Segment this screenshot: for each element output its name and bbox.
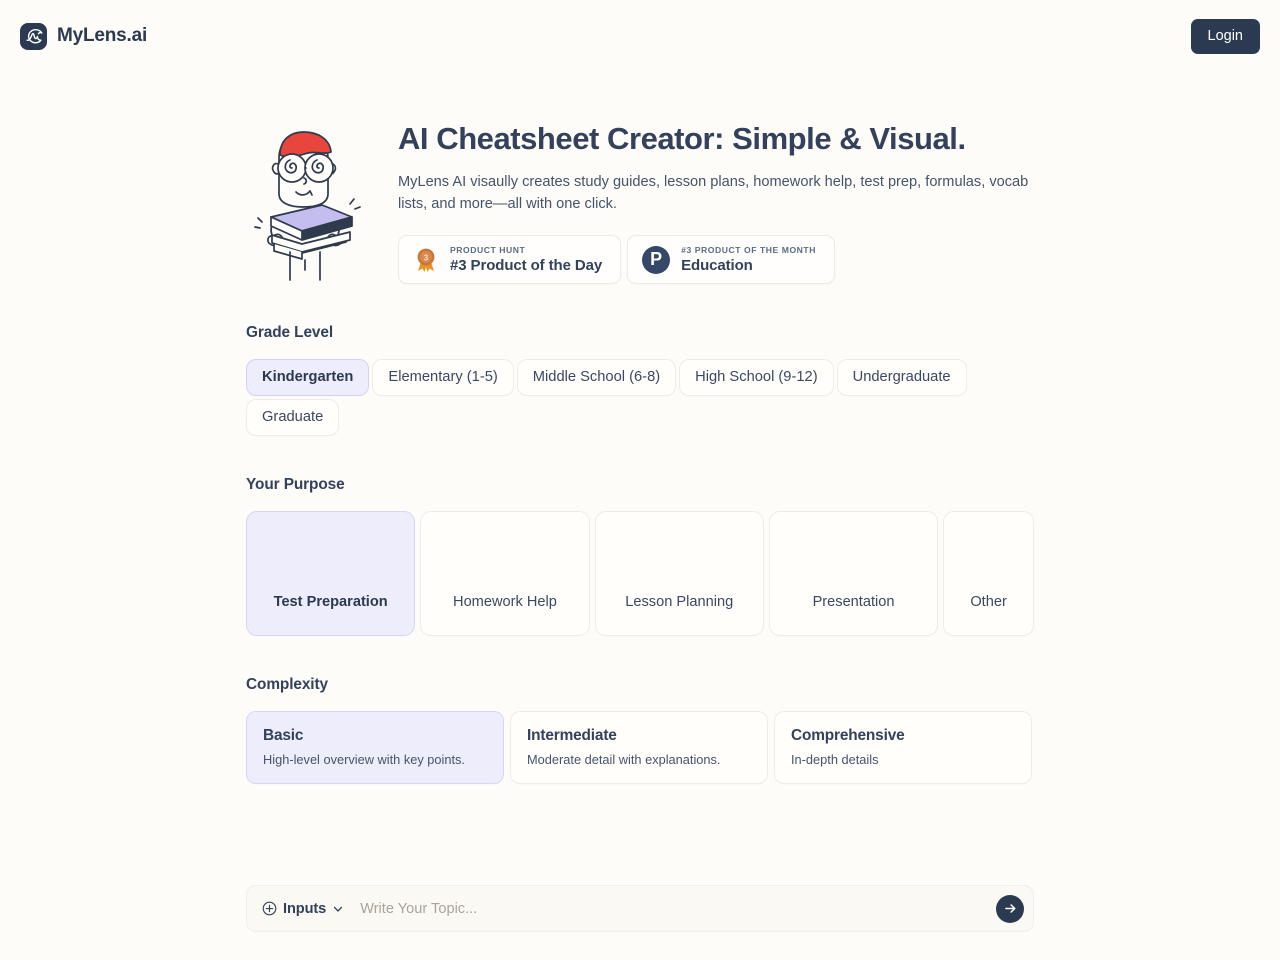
complexity-card-desc: High-level overview with key points. — [263, 752, 465, 768]
arrow-right-icon — [1003, 901, 1018, 916]
complexity-card-basic[interactable]: Basic High-level overview with key point… — [246, 711, 504, 785]
badge-title: #3 Product of the Day — [450, 257, 603, 275]
student-with-books-illustration — [246, 118, 366, 284]
inputs-dropdown-button[interactable]: Inputs — [260, 897, 346, 921]
purpose-section: Your Purpose Test Preparation Homework H… — [246, 476, 1034, 637]
badge-kicker: PRODUCT HUNT — [450, 245, 526, 256]
product-hunt-p-icon: P — [642, 245, 671, 274]
grade-level-section: Grade Level Kindergarten Elementary (1-5… — [246, 324, 1034, 437]
badge-product-of-the-month[interactable]: P #3 PRODUCT OF THE MONTH Education — [627, 235, 835, 285]
grade-level-options: Kindergarten Elementary (1-5) Middle Sch… — [246, 359, 1034, 437]
badge-product-hunt-day[interactable]: 3 PRODUCT HUNT #3 Product of the Day — [398, 235, 622, 285]
purpose-card-lesson-planning[interactable]: Lesson Planning — [594, 511, 764, 637]
complexity-options: Basic High-level overview with key point… — [246, 711, 1034, 785]
composer-wrapper: Inputs — [246, 885, 1034, 933]
complexity-card-title: Comprehensive — [791, 727, 905, 745]
purpose-label: Your Purpose — [246, 476, 345, 494]
submit-topic-button[interactable] — [996, 894, 1024, 923]
svg-text:3: 3 — [424, 252, 429, 262]
complexity-label: Complexity — [246, 676, 328, 694]
purpose-options: Test Preparation Homework Help Lesson Pl… — [246, 511, 1034, 637]
inputs-label: Inputs — [283, 900, 327, 917]
complexity-card-desc: In-depth details — [791, 752, 879, 768]
purpose-card-test-preparation[interactable]: Test Preparation — [246, 511, 416, 637]
purpose-card-label: Homework Help — [453, 594, 557, 611]
brand[interactable]: MyLens.ai — [20, 22, 148, 50]
purpose-card-other[interactable]: Other — [943, 511, 1034, 637]
badge-kicker: #3 PRODUCT OF THE MONTH — [681, 245, 816, 256]
complexity-card-desc: Moderate detail with explanations. — [527, 752, 721, 768]
topic-input[interactable] — [346, 900, 996, 917]
purpose-card-label: Other — [970, 594, 1007, 611]
badge-title: Education — [681, 257, 753, 275]
award-badges: 3 PRODUCT HUNT #3 Product of the Day P #… — [398, 235, 1034, 285]
plus-circle-icon — [262, 901, 277, 916]
mylens-mountain-logo-icon — [20, 22, 47, 50]
login-button[interactable]: Login — [1190, 18, 1260, 54]
grade-chip-kindergarten[interactable]: Kindergarten — [246, 359, 370, 397]
purpose-card-homework-help[interactable]: Homework Help — [420, 511, 590, 637]
complexity-card-title: Intermediate — [527, 727, 617, 745]
topic-composer: Inputs — [246, 885, 1034, 933]
purpose-card-label: Lesson Planning — [625, 594, 734, 611]
complexity-card-title: Basic — [263, 727, 304, 745]
chevron-down-icon — [332, 903, 344, 915]
grade-chip-high-school[interactable]: High School (9-12) — [679, 359, 834, 397]
brand-name: MyLens.ai — [57, 25, 148, 46]
bronze-medal-icon: 3 — [413, 247, 439, 273]
top-header: MyLens.ai Login — [0, 0, 1280, 72]
hero-text: AI Cheatsheet Creator: Simple & Visual. … — [398, 116, 1034, 285]
complexity-section: Complexity Basic High-level overview wit… — [246, 676, 1034, 785]
grade-chip-graduate[interactable]: Graduate — [246, 399, 340, 437]
grade-chip-middle-school[interactable]: Middle School (6-8) — [516, 359, 677, 397]
page-body: AI Cheatsheet Creator: Simple & Visual. … — [0, 116, 1280, 933]
purpose-card-label: Presentation — [812, 594, 895, 611]
page-title: AI Cheatsheet Creator: Simple & Visual. — [398, 121, 966, 156]
hero-section: AI Cheatsheet Creator: Simple & Visual. … — [246, 116, 1034, 285]
purpose-card-presentation[interactable]: Presentation — [768, 511, 939, 637]
page-subtitle: MyLens AI visaully creates study guides,… — [398, 173, 1029, 212]
purpose-card-label: Test Preparation — [273, 594, 388, 611]
grade-level-label: Grade Level — [246, 324, 334, 342]
complexity-card-comprehensive[interactable]: Comprehensive In-depth details — [774, 711, 1032, 785]
grade-chip-undergraduate[interactable]: Undergraduate — [836, 359, 967, 397]
complexity-card-intermediate[interactable]: Intermediate Moderate detail with explan… — [510, 711, 768, 785]
grade-chip-elementary[interactable]: Elementary (1-5) — [372, 359, 514, 397]
